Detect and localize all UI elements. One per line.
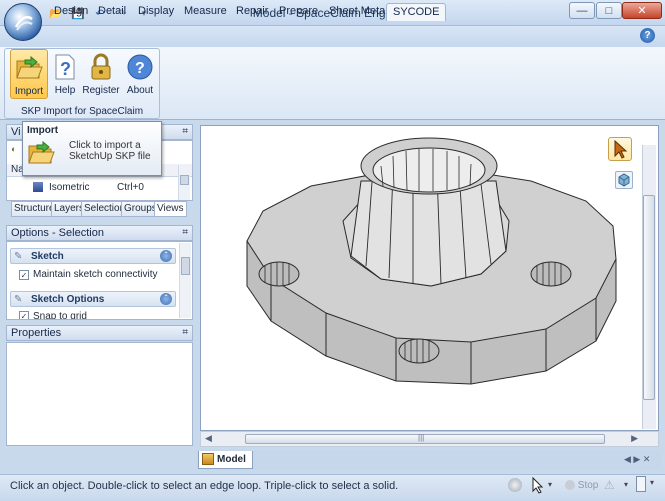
help-button[interactable]: ? Help xyxy=(46,49,84,99)
model-icon xyxy=(202,453,214,465)
dropdown-icon[interactable]: ▾ xyxy=(624,480,628,489)
warning-icon[interactable]: ⚠ xyxy=(604,478,615,492)
app-logo-icon xyxy=(14,16,33,31)
properties-panel-title: Properties xyxy=(11,327,62,339)
grid-options-icon[interactable] xyxy=(636,476,646,492)
stop-button[interactable]: Stop xyxy=(565,480,598,491)
about-button[interactable]: ? About xyxy=(121,49,159,99)
option-label: Snap to grid xyxy=(33,311,87,319)
stop-label: Stop xyxy=(577,480,599,491)
maximize-button[interactable]: □ xyxy=(596,2,622,19)
horizontal-scroll-thumb[interactable]: ||| xyxy=(245,433,605,444)
folder-open-icon xyxy=(14,53,44,83)
close-icon: ✕ xyxy=(637,5,647,17)
status-message: Click an object. Double-click to select … xyxy=(10,480,399,492)
tab-scroll-icons[interactable]: ◀ ▶ ✕ xyxy=(624,454,650,465)
options-panel-header: Options - Selection ⌗ xyxy=(6,225,193,241)
maintain-connectivity-option[interactable]: ✓ Maintain sketch connectivity xyxy=(19,269,158,280)
register-label: Register xyxy=(82,85,120,96)
collapse-icon[interactable]: ˆ xyxy=(160,293,172,305)
ribbon-tab-bar xyxy=(0,26,665,47)
document-tab-label: Model xyxy=(217,454,246,465)
stop-icon xyxy=(565,480,575,491)
about-icon: ? xyxy=(125,52,155,82)
collapse-icon[interactable]: ˆ xyxy=(160,250,172,262)
isometric-view-icon xyxy=(33,182,43,192)
maximize-icon: □ xyxy=(605,4,613,17)
scroll-thumb[interactable] xyxy=(180,175,189,185)
section-label: Sketch Options xyxy=(31,294,105,305)
tab-measure[interactable]: Measure xyxy=(178,3,233,21)
svg-text:?: ? xyxy=(60,59,71,79)
table-row[interactable]: Isometric Ctrl+0 xyxy=(7,182,192,196)
tooltip-title: Import xyxy=(27,125,59,136)
about-label: About xyxy=(126,85,154,96)
view-cube-icon xyxy=(618,173,630,187)
view-shortcut: Ctrl+0 xyxy=(117,182,144,193)
properties-panel-header: Properties ⌗ xyxy=(6,325,193,341)
design-canvas[interactable] xyxy=(200,125,659,431)
pin-icon[interactable]: ⌗ xyxy=(182,226,188,240)
pin-icon[interactable]: ⌗ xyxy=(182,326,188,340)
tab-sheet-metal[interactable]: Sheet Metal xyxy=(323,3,394,21)
sketch-options-icon: ✎ xyxy=(14,294,23,305)
tab-prepare[interactable]: Prepare xyxy=(273,3,324,21)
document-tab-model[interactable]: Model xyxy=(198,451,253,469)
tab-repair[interactable]: Repair xyxy=(230,3,274,21)
vertical-scroll-thumb[interactable] xyxy=(643,195,655,400)
minimize-button[interactable]: — xyxy=(569,2,595,19)
pin-icon[interactable]: ⌗ xyxy=(182,125,188,139)
minimize-icon: — xyxy=(576,4,588,17)
scroll-left-icon[interactable]: ◀ xyxy=(205,433,212,444)
import-tooltip: Import Click to import a SketchUp SKP fi… xyxy=(22,121,162,176)
application-menu-button[interactable] xyxy=(4,3,42,41)
import-button[interactable]: Import xyxy=(10,49,48,99)
scroll-thumb[interactable] xyxy=(181,257,190,275)
import-label: Import xyxy=(14,86,44,97)
dropdown-icon[interactable]: ▾ xyxy=(650,478,654,487)
views-scrollbar[interactable] xyxy=(178,165,190,200)
cursor-icon xyxy=(614,139,628,159)
tooltip-description: Click to import a SketchUp SKP file xyxy=(69,140,151,162)
view-cube-button[interactable] xyxy=(615,171,633,189)
spin-icon[interactable] xyxy=(508,478,522,492)
checkbox[interactable]: ✓ xyxy=(19,269,29,280)
sketch-icon: ✎ xyxy=(14,251,23,262)
register-button[interactable]: Register xyxy=(82,49,120,99)
snap-to-grid-option[interactable]: ✓ Snap to grid xyxy=(19,311,179,319)
properties-panel xyxy=(6,342,193,446)
tab-detail[interactable]: Detail xyxy=(92,3,132,21)
option-label: Maintain sketch connectivity xyxy=(33,269,158,280)
dropdown-icon[interactable]: ▾ xyxy=(548,480,552,489)
tab-design[interactable]: Design xyxy=(48,3,94,21)
help-label: Help xyxy=(54,85,76,96)
document-tab-bar xyxy=(196,450,661,470)
views-panel-title: Vi xyxy=(11,126,21,138)
section-label: Sketch xyxy=(31,251,64,262)
grip-icon: ||| xyxy=(418,433,425,442)
view-tool-icon[interactable]: ◐ xyxy=(11,144,21,154)
options-panel-title: Options - Selection xyxy=(11,227,104,239)
tab-sycode[interactable]: SYCODE xyxy=(386,3,447,21)
scroll-right-icon[interactable]: ▶ xyxy=(631,433,638,444)
sketch-section-header[interactable]: ✎ Sketch ˆ xyxy=(10,248,176,264)
flange-model[interactable] xyxy=(201,126,660,432)
ribbon-group-label: SKP Import for SpaceClaim xyxy=(20,106,144,117)
cursor-mode-icon[interactable] xyxy=(530,476,546,497)
help-icon[interactable]: ? xyxy=(640,28,655,43)
tab-display[interactable]: Display xyxy=(132,3,180,21)
sketch-options-section-header[interactable]: ✎ Sketch Options ˆ xyxy=(10,291,176,307)
help-document-icon: ? xyxy=(50,52,80,82)
lock-icon xyxy=(86,52,116,82)
svg-text:?: ? xyxy=(135,60,145,77)
select-tool-button[interactable] xyxy=(608,137,632,161)
checkbox[interactable]: ✓ xyxy=(19,311,29,319)
close-button[interactable]: ✕ xyxy=(622,2,662,19)
tab-views[interactable]: Views xyxy=(154,201,187,217)
view-name: Isometric xyxy=(49,182,90,193)
folder-open-icon xyxy=(27,140,55,169)
options-scrollbar[interactable] xyxy=(179,243,191,318)
